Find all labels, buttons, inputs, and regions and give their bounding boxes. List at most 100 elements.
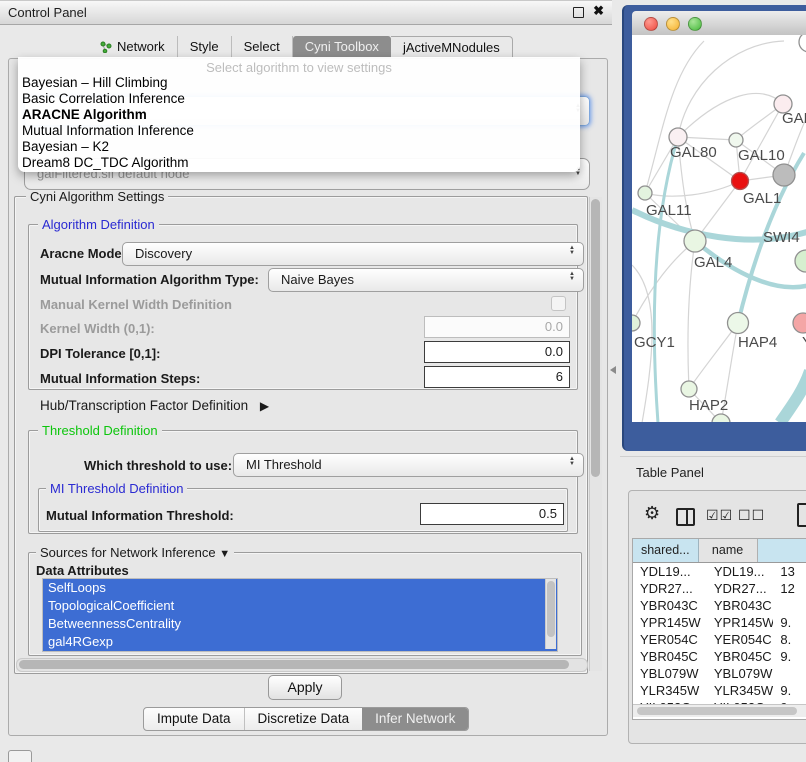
list-item[interactable]: TopologicalCoefficient [43,597,557,615]
sources-title-label: Sources for Network Inference [40,545,216,560]
columns-icon[interactable] [676,508,695,526]
tab-impute-data[interactable]: Impute Data [144,708,244,730]
which-threshold-combo[interactable]: MI Threshold ▲ ▼ [233,453,584,477]
column-header-clipped[interactable] [758,539,806,562]
table-panel-title: Table Panel [636,465,704,480]
list-item[interactable]: SelfLoops [43,579,557,597]
cell-name: YLR345W [707,682,774,699]
table-row[interactable]: YBL079W YBL079W [633,665,806,682]
algorithm-option[interactable]: Dream8 DC_TDC Algorithm [18,155,580,171]
tab-select[interactable]: Select [232,36,293,58]
table-row[interactable]: YBR043C YBR043C [633,597,806,614]
mi-threshold-field[interactable]: 0.5 [420,503,564,525]
mi-steps-field[interactable]: 6 [424,366,570,388]
table-row[interactable]: YPR145W YPR145W 9. [633,614,806,631]
node-partial-top[interactable] [799,35,806,52]
tab-infer-network[interactable]: Infer Network [362,708,468,730]
node-swi4[interactable] [795,250,806,272]
node-partial-bottom[interactable] [712,414,730,422]
network-canvas[interactable]: GAL GAL80 GAL10 GAL1 GAL11 GAL4 SWI4 GCY… [632,35,806,422]
node-hap4[interactable] [728,313,749,334]
algorithm-option[interactable]: Mutual Information Inference [18,123,580,139]
list-item[interactable]: gal4RGexp [43,633,557,651]
unchecked-box-icon: ☐ [752,507,766,523]
deselect-all-checkboxes-icon[interactable]: ☐☐ [738,507,765,524]
mi-algorithm-type-combo[interactable]: Naive Bayes ▲ ▼ [268,268,584,292]
dpi-tolerance-label: DPI Tolerance [0,1]: [40,346,160,361]
aracne-mode-combo[interactable]: Discovery ▲ ▼ [122,242,584,266]
table-row[interactable]: YER054C YER054C 8. [633,631,806,648]
combo-down-icon: ▼ [575,172,581,177]
node-gal1-selected[interactable] [732,173,749,190]
tab-style-label: Style [190,36,219,58]
table-row[interactable]: YDR27... YDR27... 12 [633,580,806,597]
sources-group-title[interactable]: Sources for Network Inference ▼ [36,545,234,560]
control-panel-title: Control Panel [8,5,87,20]
select-all-checkboxes-icon[interactable]: ☑☑ [706,507,733,524]
node-label: GAL1 [743,190,781,207]
network-graph: GAL GAL80 GAL10 GAL1 GAL11 GAL4 SWI4 GCY… [632,35,806,422]
mi-algorithm-type-label: Mutual Information Algorithm Type: [40,272,259,287]
tab-network[interactable]: Network [88,36,178,58]
close-icon[interactable]: ✖ [593,3,604,19]
tab-cyni-toolbox[interactable]: Cyni Toolbox [293,36,391,58]
float-window-icon[interactable] [573,7,584,18]
kernel-width-field[interactable]: 0.0 [424,316,570,338]
cell-shared-name: YBR045C [633,648,707,665]
data-attributes-list: SelfLoops TopologicalCoefficient Between… [42,578,558,652]
network-window-titlebar[interactable] [632,11,806,36]
collapsed-panel-button[interactable] [8,750,32,762]
list-scrollbar[interactable] [545,579,556,649]
column-header-shared-name[interactable]: shared... [633,539,699,562]
dpi-tolerance-field[interactable]: 0.0 [424,341,570,363]
which-threshold-label: Which threshold to use: [84,458,232,473]
minimize-traffic-light-icon[interactable] [666,17,680,31]
combo-arrows-icon: ▲ ▼ [569,457,575,467]
node-label: SWI4 [763,229,800,246]
tab-style[interactable]: Style [178,36,232,58]
hub-definition-label: Hub/Transcription Factor Definition [40,398,248,413]
document-icon[interactable] [797,503,806,527]
cell-shared-name: YDR27... [633,580,707,597]
aracne-mode-value: Discovery [135,246,192,261]
tab-discretize-data[interactable]: Discretize Data [244,708,363,730]
node-gal4[interactable] [684,230,706,252]
node-gcy1[interactable] [632,315,640,331]
table-horizontal-scrollbar[interactable] [633,704,806,717]
node-salmon[interactable] [793,313,806,333]
table-row[interactable]: YBR045C YBR045C 9. [633,648,806,665]
settings-vertical-scrollbar[interactable] [589,197,602,671]
node-gal10[interactable] [729,133,743,147]
list-item[interactable]: BetweennessCentrality [43,615,557,633]
column-header-name[interactable]: name [699,539,758,562]
close-traffic-light-icon[interactable] [644,17,658,31]
gear-icon[interactable]: ⚙ [644,503,660,524]
node-gray[interactable] [773,164,795,186]
cell-name: YER054C [707,631,774,648]
cell-value: 9. [773,682,806,699]
node-table: shared... name YDL19... YDL19... 13 YDR2… [632,538,806,720]
algorithm-option-selected[interactable]: ARACNE Algorithm [18,107,580,123]
algorithm-option[interactable]: Bayesian – K2 [18,139,580,155]
node-hap2[interactable] [681,381,697,397]
tab-jactivemnodules[interactable]: jActiveMNodules [391,36,513,59]
combo-down-icon: ▼ [569,277,575,282]
table-row[interactable]: YLR345W YLR345W 9. [633,682,806,699]
manual-kernel-width-checkbox[interactable] [551,296,566,311]
tab-network-label: Network [117,36,165,58]
algorithm-option[interactable]: Basic Correlation Inference [18,91,580,107]
settings-horizontal-scrollbar[interactable] [16,658,588,672]
hub-definition-expander[interactable]: Hub/Transcription Factor Definition ▶ [40,398,269,413]
cell-shared-name: YLR345W [633,682,707,699]
algorithm-dropdown-popup: Select algorithm to view settings Bayesi… [18,57,580,172]
apply-button[interactable]: Apply [268,675,342,700]
zoom-traffic-light-icon[interactable] [688,17,702,31]
cell-shared-name: YBR043C [633,597,707,614]
cell-value: 13 [773,563,806,580]
table-row[interactable]: YDL19... YDL19... 13 [633,563,806,580]
node-gal11[interactable] [638,186,652,200]
cell-value [773,665,806,682]
panel-splitter-handle[interactable] [610,366,616,374]
algorithm-option[interactable]: Bayesian – Hill Climbing [18,75,580,91]
application-window: Control Panel ✖ Network Style Select Cyn… [0,0,806,762]
